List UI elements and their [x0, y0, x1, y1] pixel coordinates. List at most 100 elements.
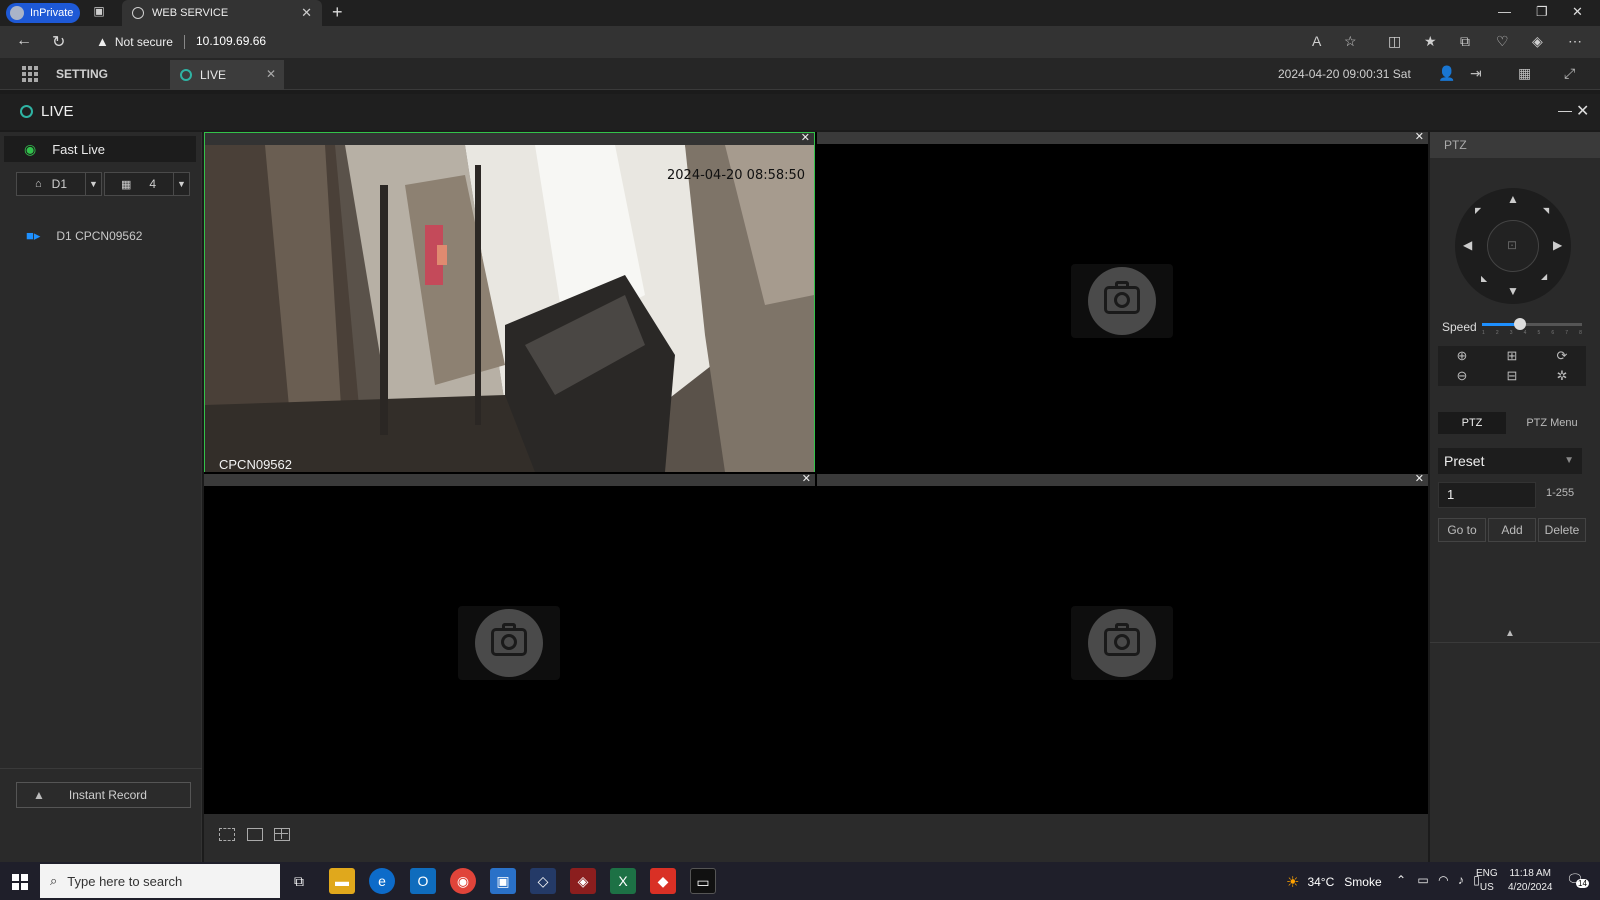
collapse-up-icon[interactable]: ▲	[1505, 628, 1515, 639]
ptz-right-icon[interactable]: ▶	[1553, 238, 1562, 252]
focus-far-icon[interactable]: ⊟	[1488, 366, 1536, 386]
camera-placeholder-icon	[458, 606, 560, 680]
app-icon[interactable]: ◇	[530, 868, 556, 894]
app-icon-2[interactable]: ◈	[570, 868, 596, 894]
tab-ptz[interactable]: PTZ	[1438, 412, 1506, 434]
zoom-in-icon[interactable]: ⊕	[1438, 346, 1486, 366]
terminal-icon[interactable]: ▭	[690, 868, 716, 894]
ptz-upleft-icon[interactable]: ◤	[1475, 206, 1481, 215]
split-screen-icon[interactable]: ◫	[1388, 33, 1401, 50]
instant-record-button[interactable]: ▲ Instant Record	[16, 782, 191, 808]
user-icon[interactable]: 👤	[1438, 65, 1455, 82]
copilot-icon[interactable]: ◈	[1532, 33, 1543, 50]
notification-icon[interactable]: 🗨 14	[1566, 871, 1589, 888]
back-icon[interactable]: ←	[16, 32, 32, 50]
live-tab-label: LIVE	[200, 68, 227, 82]
excel-icon[interactable]: X	[610, 868, 636, 894]
video-channel-2[interactable]: ✕	[817, 130, 1428, 472]
ptz-downright-icon[interactable]: ◢	[1541, 272, 1547, 281]
zoom-out-icon[interactable]: ⊖	[1438, 366, 1486, 386]
speed-tick: 2	[1495, 330, 1499, 336]
ptz-left-icon[interactable]: ◀	[1463, 238, 1472, 252]
device-list-item[interactable]: ■▸ D1 CPCN09562	[26, 228, 142, 244]
refresh-icon[interactable]: ↻	[52, 32, 65, 52]
inprivate-badge[interactable]: InPrivate	[6, 3, 80, 23]
system-tray[interactable]: ⌃ ▭ ◠ ♪ ▯	[1396, 873, 1480, 887]
focus-near-icon[interactable]: ⊞	[1488, 346, 1536, 366]
video-channel-3[interactable]: ✕	[204, 472, 815, 814]
live-panel-icon	[20, 105, 33, 118]
security-indicator[interactable]: ▲ Not secure	[96, 34, 173, 49]
fullscreen-icon[interactable]: ⤢	[1564, 65, 1575, 82]
edge-browser-icon[interactable]: e	[369, 868, 395, 894]
speed-slider[interactable]: 1 2 3 4 5 6 7 8	[1482, 318, 1582, 336]
close-channel-icon[interactable]: ✕	[802, 472, 811, 485]
quad-view-icon[interactable]	[274, 828, 290, 841]
speed-slider-knob[interactable]	[1513, 318, 1526, 330]
favorite-star-icon[interactable]: ☆	[1344, 33, 1357, 50]
volume-icon[interactable]: ♪	[1458, 873, 1464, 887]
browser-tab[interactable]: WEB SERVICE ✕	[122, 0, 322, 26]
speed-tick: 4	[1523, 330, 1527, 336]
fast-live-header[interactable]: ◉ Fast Live	[4, 136, 196, 162]
close-live-tab-icon[interactable]: ✕	[266, 67, 276, 81]
ptz-down-icon[interactable]: ▼	[1507, 284, 1519, 298]
network-icon[interactable]: ▭	[1417, 873, 1428, 887]
video-channel-4[interactable]: ✕	[817, 472, 1428, 814]
ptz-center-button[interactable]: ⊡	[1487, 220, 1539, 272]
read-aloud-icon[interactable]: A	[1312, 33, 1321, 49]
windows-start-icon[interactable]	[12, 874, 28, 890]
tab-ptz-menu[interactable]: PTZ Menu	[1514, 412, 1590, 434]
ptz-downleft-icon[interactable]: ◣	[1481, 274, 1487, 283]
taskbar-search-input[interactable]: ⌕ Type here to search	[40, 864, 280, 898]
language-indicator[interactable]: ENG US	[1476, 867, 1498, 895]
favorites-icon[interactable]: ★	[1424, 33, 1437, 50]
preset-number-input[interactable]: 1	[1438, 482, 1536, 508]
wifi-icon[interactable]: ◠	[1438, 873, 1448, 887]
setting-tab[interactable]: SETTING	[56, 67, 108, 81]
close-channel-icon[interactable]: ✕	[1415, 472, 1424, 485]
store-icon[interactable]: ▣	[490, 868, 516, 894]
taskbar-clock[interactable]: 11:18 AM 4/20/2024	[1508, 867, 1553, 895]
iris-close-icon[interactable]: ✲	[1538, 366, 1586, 386]
single-view-icon[interactable]	[247, 828, 263, 841]
preset-add-button[interactable]: Add	[1488, 518, 1536, 542]
logout-icon[interactable]: ⇥	[1470, 65, 1482, 82]
panel-minimize-icon[interactable]: —	[1558, 102, 1572, 118]
ptz-up-icon[interactable]: ▲	[1507, 192, 1519, 206]
app-menu-grid-icon[interactable]	[22, 66, 38, 82]
close-tab-icon[interactable]: ✕	[301, 5, 312, 21]
layout-select[interactable]: ▦ 4 ▼	[104, 172, 190, 196]
restore-window-icon[interactable]: ❐	[1536, 4, 1548, 20]
anydesk-icon[interactable]: ◆	[650, 868, 676, 894]
collections-icon[interactable]: ⧉	[1460, 33, 1470, 50]
preset-goto-button[interactable]: Go to	[1438, 518, 1486, 542]
video-channel-1[interactable]: ✕ 2024-04-20 08:58:50 CPCN09562	[204, 132, 815, 472]
weather-widget[interactable]: ☀ 34°C Smoke	[1286, 873, 1382, 891]
chrome-icon[interactable]: ◉	[450, 868, 476, 894]
ptz-direction-pad[interactable]: ⊡ ▲ ▼ ◀ ▶ ◤ ◥ ◣ ◢	[1455, 188, 1571, 304]
device-select[interactable]: ⌂ D1 ▼	[16, 172, 102, 196]
channel-header: ✕	[204, 472, 815, 486]
new-tab-icon[interactable]: +	[332, 2, 343, 23]
chevron-up-icon[interactable]: ⌃	[1396, 873, 1406, 887]
close-channel-icon[interactable]: ✕	[1415, 130, 1424, 143]
more-options-icon[interactable]: ⋯	[1568, 33, 1582, 50]
close-window-icon[interactable]: ✕	[1572, 4, 1583, 20]
task-view-icon[interactable]: ⧉	[286, 868, 312, 894]
panel-close-icon[interactable]: ✕	[1576, 101, 1589, 121]
tab-actions-icon[interactable]: ▣	[90, 4, 108, 22]
minimize-window-icon[interactable]: —	[1498, 4, 1511, 19]
layout-icon[interactable]: ▦	[1518, 65, 1531, 82]
iris-open-icon[interactable]: ⟳	[1538, 346, 1586, 366]
outlook-icon[interactable]: O	[410, 868, 436, 894]
browser-essentials-icon[interactable]: ♡	[1496, 33, 1509, 50]
file-explorer-icon[interactable]: ▬	[329, 868, 355, 894]
preset-select[interactable]: Preset ▼	[1438, 448, 1582, 474]
ptz-upright-icon[interactable]: ◥	[1543, 206, 1549, 215]
url-field[interactable]: 10.109.69.66	[196, 34, 266, 48]
preset-delete-button[interactable]: Delete	[1538, 518, 1586, 542]
fit-screen-icon[interactable]	[219, 828, 235, 841]
close-channel-icon[interactable]: ✕	[801, 131, 810, 144]
live-tab[interactable]: LIVE ✕	[170, 60, 284, 90]
